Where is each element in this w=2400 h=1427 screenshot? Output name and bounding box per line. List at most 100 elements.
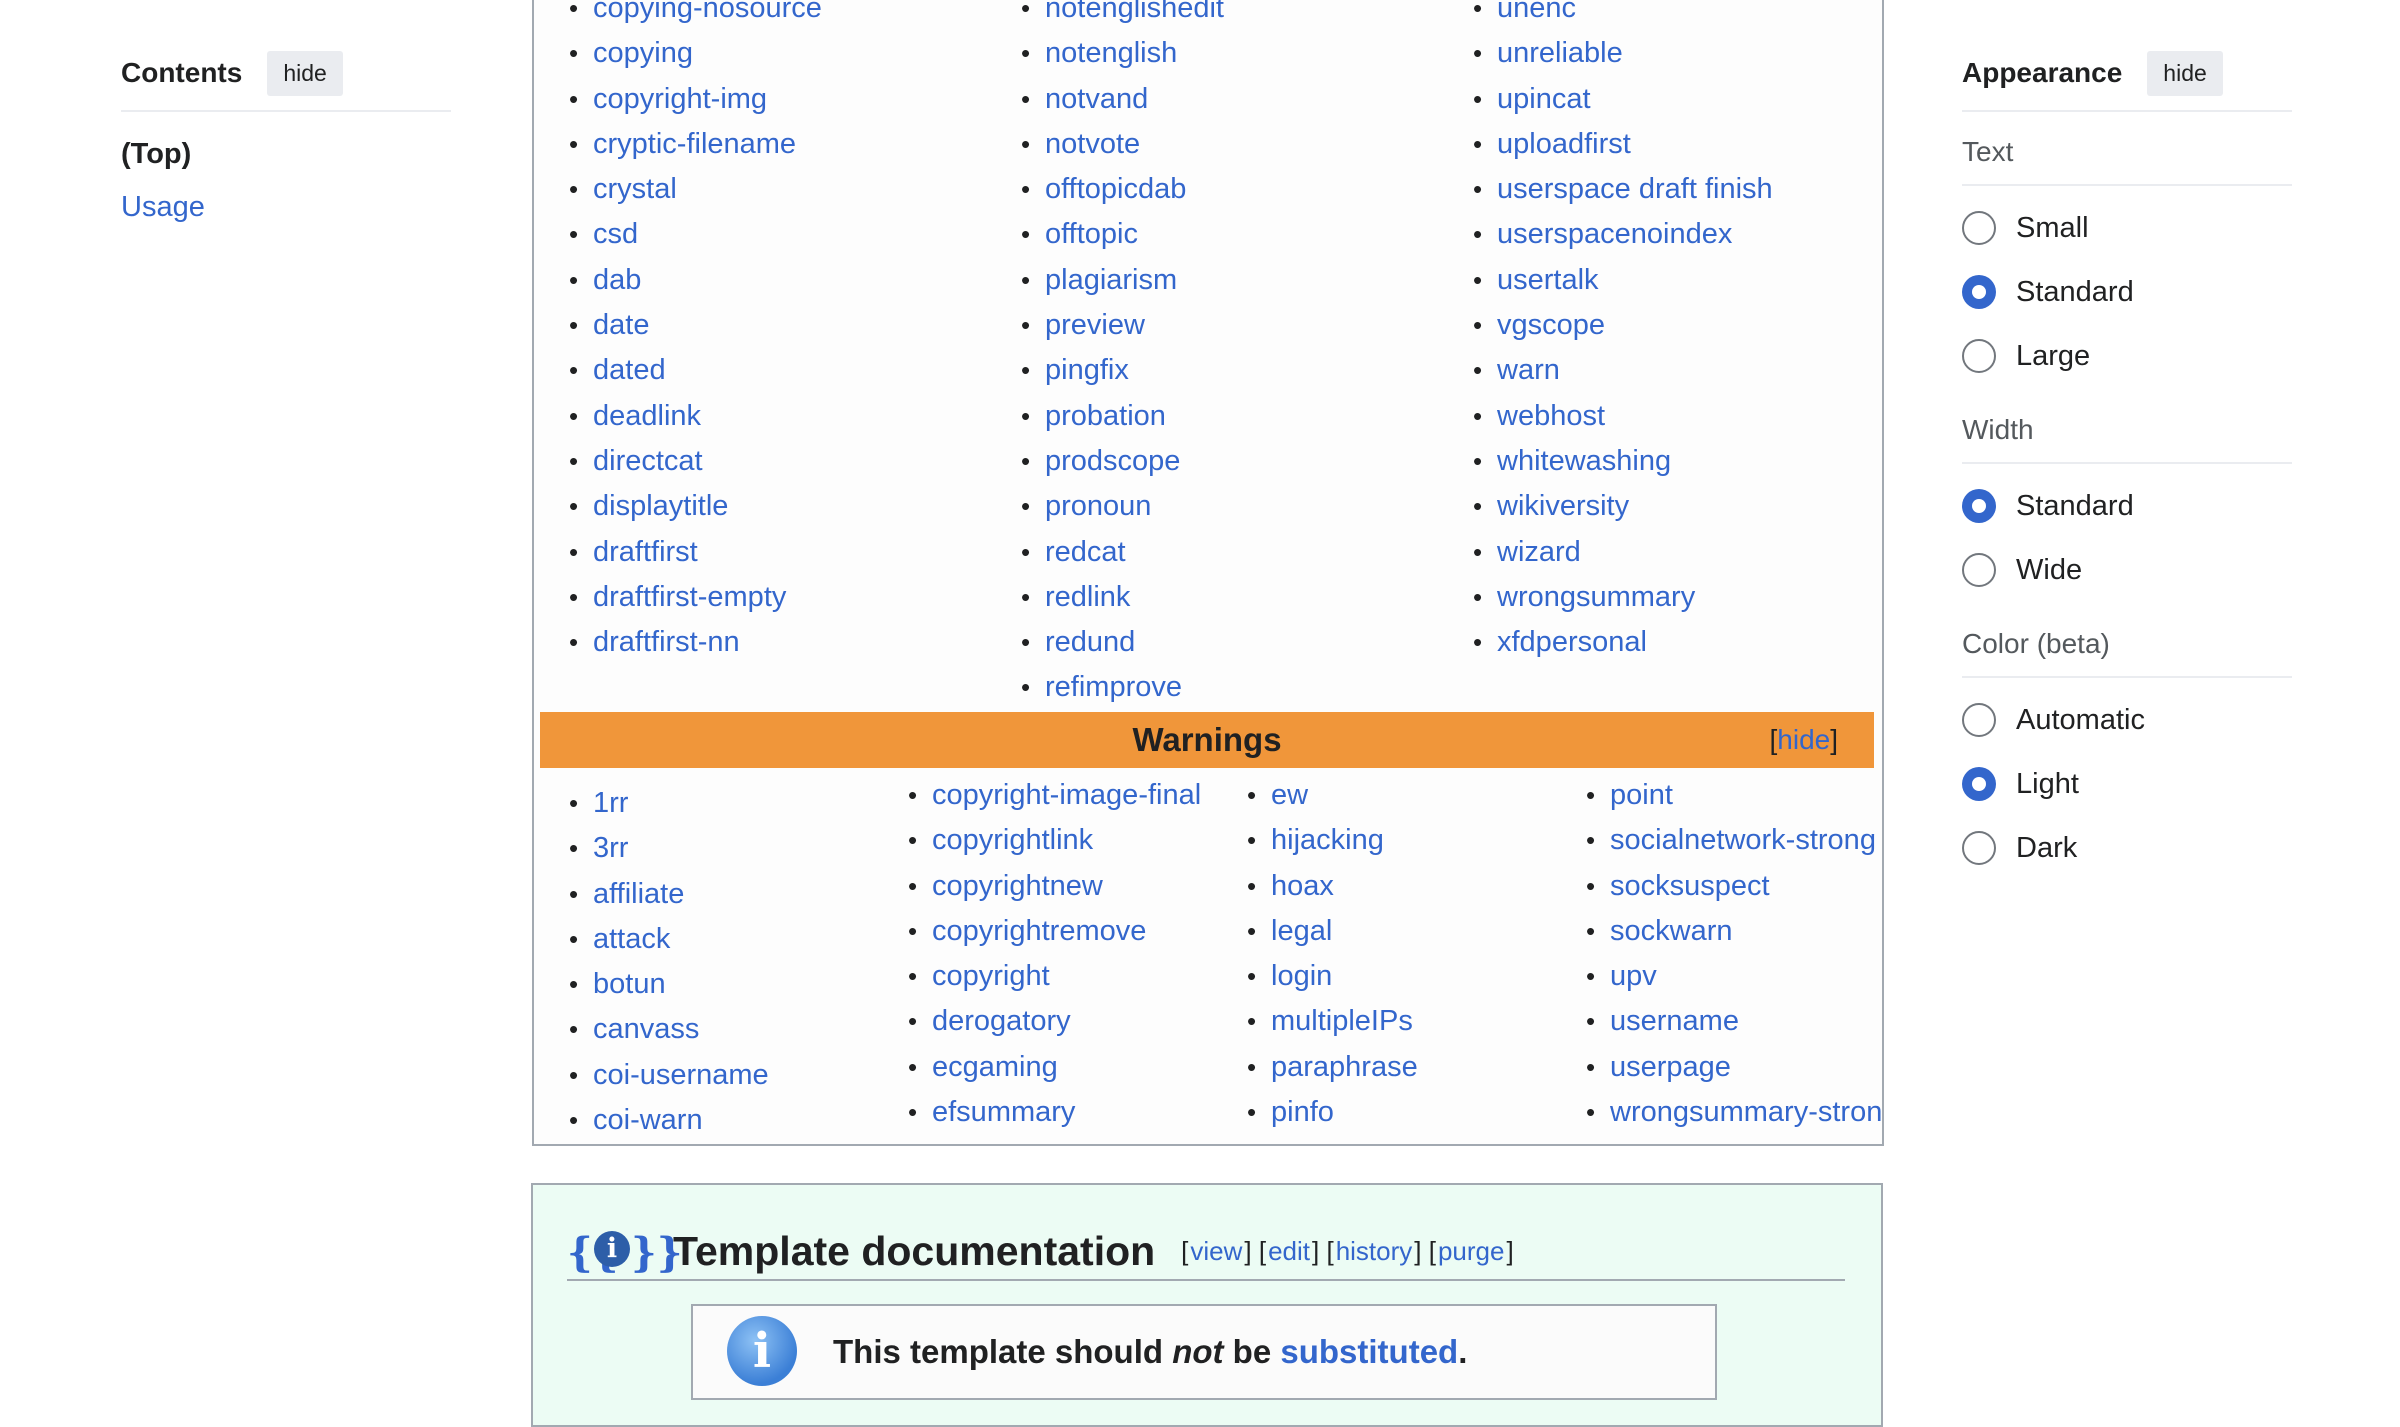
- template-link[interactable]: userpage: [1610, 1051, 1731, 1083]
- doc-edit-link[interactable]: edit: [1268, 1236, 1310, 1266]
- template-link[interactable]: copyrightremove: [932, 915, 1146, 947]
- text-size-option-small[interactable]: Small: [1962, 196, 2292, 260]
- template-link[interactable]: copying: [593, 37, 693, 69]
- template-link[interactable]: pronoun: [1045, 490, 1151, 522]
- toc-hide-button[interactable]: hide: [267, 50, 343, 96]
- template-link[interactable]: legal: [1271, 915, 1332, 947]
- template-link[interactable]: warn: [1497, 354, 1560, 386]
- template-link[interactable]: 1rr: [593, 787, 628, 819]
- doc-view-link[interactable]: view: [1190, 1236, 1242, 1266]
- template-link[interactable]: refimprove: [1045, 671, 1182, 703]
- template-link[interactable]: usertalk: [1497, 264, 1599, 296]
- template-link[interactable]: wikiversity: [1497, 490, 1629, 522]
- radio-button[interactable]: [1962, 211, 1996, 245]
- toc-item-usage[interactable]: Usage: [121, 191, 451, 224]
- toc-item-top[interactable]: (Top): [121, 138, 451, 171]
- doc-history-link[interactable]: history: [1336, 1236, 1413, 1266]
- warnings-hide-link[interactable]: hide: [1777, 724, 1830, 755]
- template-link[interactable]: point: [1610, 779, 1673, 811]
- template-link[interactable]: draftfirst: [593, 536, 698, 568]
- template-link[interactable]: pinfo: [1271, 1096, 1334, 1128]
- template-link[interactable]: userspace draft finish: [1497, 173, 1773, 205]
- template-link[interactable]: redcat: [1045, 536, 1126, 568]
- template-link[interactable]: coi-warn: [593, 1104, 703, 1136]
- template-link[interactable]: notvote: [1045, 128, 1140, 160]
- template-link[interactable]: copyrightlink: [932, 824, 1093, 856]
- template-link[interactable]: copyright-image-final: [932, 779, 1201, 811]
- template-link[interactable]: wrongsummary-strong: [1610, 1096, 1882, 1128]
- template-link[interactable]: dated: [593, 354, 666, 386]
- template-link[interactable]: notvand: [1045, 83, 1148, 115]
- template-link[interactable]: probation: [1045, 400, 1166, 432]
- radio-button[interactable]: [1962, 767, 1996, 801]
- radio-button[interactable]: [1962, 339, 1996, 373]
- template-link[interactable]: socialnetwork-strong: [1610, 824, 1876, 856]
- text-size-option-large[interactable]: Large: [1962, 324, 2292, 388]
- template-link[interactable]: upincat: [1497, 83, 1591, 115]
- template-link[interactable]: copyright: [932, 960, 1050, 992]
- doc-purge-link[interactable]: purge: [1438, 1236, 1505, 1266]
- template-link[interactable]: offtopic: [1045, 218, 1138, 250]
- template-link[interactable]: socksuspect: [1610, 870, 1770, 902]
- template-link[interactable]: displaytitle: [593, 490, 728, 522]
- template-link[interactable]: directcat: [593, 445, 703, 477]
- template-link[interactable]: webhost: [1497, 400, 1605, 432]
- template-link[interactable]: uploadfirst: [1497, 128, 1631, 160]
- template-link[interactable]: userspacenoindex: [1497, 218, 1732, 250]
- substituted-link[interactable]: substituted: [1280, 1333, 1458, 1370]
- template-link[interactable]: crystal: [593, 173, 677, 205]
- template-link[interactable]: deadlink: [593, 400, 701, 432]
- template-link[interactable]: wrongsummary: [1497, 581, 1695, 613]
- template-link[interactable]: redlink: [1045, 581, 1130, 613]
- template-link[interactable]: hoax: [1271, 870, 1334, 902]
- template-link[interactable]: hijacking: [1271, 824, 1384, 856]
- template-link[interactable]: upv: [1610, 960, 1657, 992]
- template-link[interactable]: plagiarism: [1045, 264, 1177, 296]
- template-link[interactable]: copyright-img: [593, 83, 767, 115]
- template-link[interactable]: efsummary: [932, 1096, 1075, 1128]
- radio-button[interactable]: [1962, 553, 1996, 587]
- template-link[interactable]: draftfirst-nn: [593, 626, 740, 658]
- template-link[interactable]: attack: [593, 923, 670, 955]
- radio-button[interactable]: [1962, 275, 1996, 309]
- radio-button[interactable]: [1962, 489, 1996, 523]
- template-link[interactable]: unreliable: [1497, 37, 1623, 69]
- template-link[interactable]: redund: [1045, 626, 1135, 658]
- template-link[interactable]: 3rr: [593, 832, 628, 864]
- template-link[interactable]: dab: [593, 264, 641, 296]
- template-link[interactable]: canvass: [593, 1013, 699, 1045]
- template-link[interactable]: login: [1271, 960, 1332, 992]
- template-link[interactable]: ecgaming: [932, 1051, 1058, 1083]
- template-link[interactable]: pingfix: [1045, 354, 1129, 386]
- template-link[interactable]: offtopicdab: [1045, 173, 1186, 205]
- template-link[interactable]: notenglish: [1045, 37, 1177, 69]
- color-option-light[interactable]: Light: [1962, 752, 2292, 816]
- template-link[interactable]: preview: [1045, 309, 1145, 341]
- appearance-hide-button[interactable]: hide: [2147, 50, 2223, 96]
- template-link[interactable]: ew: [1271, 779, 1308, 811]
- template-link[interactable]: vgscope: [1497, 309, 1605, 341]
- template-link[interactable]: botun: [593, 968, 666, 1000]
- template-link[interactable]: username: [1610, 1005, 1739, 1037]
- width-option-standard[interactable]: Standard: [1962, 474, 2292, 538]
- template-link[interactable]: multipleIPs: [1271, 1005, 1413, 1037]
- template-link[interactable]: whitewashing: [1497, 445, 1671, 477]
- template-link[interactable]: copying-nosource: [593, 0, 822, 24]
- template-link[interactable]: paraphrase: [1271, 1051, 1418, 1083]
- radio-button[interactable]: [1962, 703, 1996, 737]
- template-link[interactable]: date: [593, 309, 649, 341]
- color-option-automatic[interactable]: Automatic: [1962, 688, 2292, 752]
- template-link[interactable]: draftfirst-empty: [593, 581, 786, 613]
- template-link[interactable]: copyrightnew: [932, 870, 1103, 902]
- color-option-dark[interactable]: Dark: [1962, 816, 2292, 880]
- width-option-wide[interactable]: Wide: [1962, 538, 2292, 602]
- template-link[interactable]: derogatory: [932, 1005, 1071, 1037]
- template-link[interactable]: affiliate: [593, 878, 684, 910]
- template-link[interactable]: prodscope: [1045, 445, 1180, 477]
- template-link[interactable]: notenglishedit: [1045, 0, 1224, 24]
- template-link[interactable]: csd: [593, 218, 638, 250]
- template-link[interactable]: sockwarn: [1610, 915, 1733, 947]
- template-link[interactable]: coi-username: [593, 1059, 769, 1091]
- template-link[interactable]: unenc: [1497, 0, 1576, 24]
- template-link[interactable]: cryptic-filename: [593, 128, 796, 160]
